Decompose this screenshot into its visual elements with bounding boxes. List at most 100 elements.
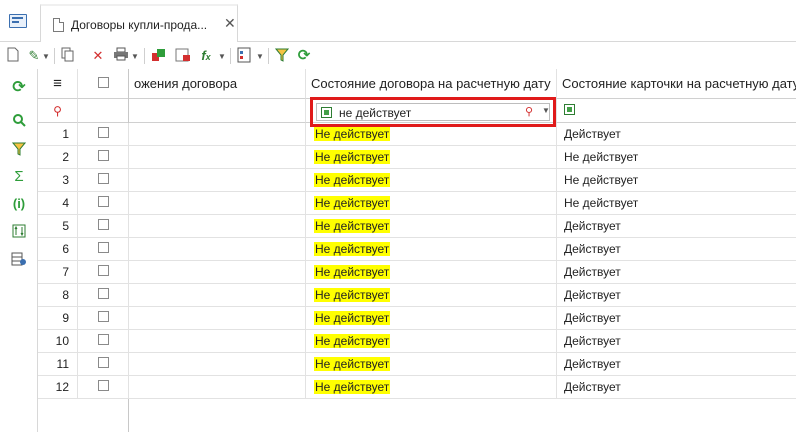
row-cell-partial[interactable]: [129, 284, 306, 307]
refresh-icon[interactable]: ⟳: [10, 79, 28, 97]
row-cell-partial[interactable]: [129, 215, 306, 238]
table-row[interactable]: 11 Не действует Действует: [38, 353, 796, 376]
zoom-icon[interactable]: [10, 113, 28, 131]
row-cell-contract-state[interactable]: Не действует: [306, 169, 557, 192]
report-icon[interactable]: [174, 47, 192, 65]
row-checkbox[interactable]: [78, 376, 129, 399]
row-cell-contract-state[interactable]: Не действует: [306, 284, 557, 307]
column-header-contract-state[interactable]: Состояние договора на расчетную дату: [306, 69, 557, 99]
row-cell-partial[interactable]: [129, 146, 306, 169]
table-row[interactable]: 10 Не действует Действует: [38, 330, 796, 353]
column-header-card-state[interactable]: Состояние карточки на расчетную дату: [557, 69, 796, 99]
clear-filter-icon[interactable]: ⚲: [525, 105, 533, 118]
row-cell-contract-state[interactable]: Не действует: [306, 238, 557, 261]
row-cell-contract-state[interactable]: Не действует: [306, 376, 557, 399]
row-cell-partial[interactable]: [129, 353, 306, 376]
tab-contracts[interactable]: Договоры купли-прода... ✕: [40, 4, 238, 42]
row-cell-partial[interactable]: [129, 238, 306, 261]
attachments-icon[interactable]: [236, 47, 252, 65]
menu-icon[interactable]: ≡: [38, 69, 78, 99]
row-cell-partial[interactable]: [129, 192, 306, 215]
sort-icon[interactable]: [10, 224, 28, 242]
filter-mode-icon[interactable]: [564, 104, 575, 115]
row-cell-partial[interactable]: [129, 376, 306, 399]
row-cell-card-state[interactable]: Не действует: [557, 192, 796, 215]
close-icon[interactable]: ✕: [224, 15, 236, 32]
row-checkbox[interactable]: [78, 353, 129, 376]
row-checkbox[interactable]: [78, 215, 129, 238]
table-row[interactable]: 7 Не действует Действует: [38, 261, 796, 284]
row-cell-card-state[interactable]: Действует: [557, 307, 796, 330]
row-cell-card-state[interactable]: Действует: [557, 238, 796, 261]
row-checkbox[interactable]: [78, 307, 129, 330]
row-cell-partial[interactable]: [129, 330, 306, 353]
function-dropdown-icon[interactable]: ▼: [218, 48, 226, 66]
table-row[interactable]: 2 Не действует Не действует: [38, 146, 796, 169]
column-header-partial[interactable]: ожения договора: [129, 69, 306, 99]
table-row[interactable]: 5 Не действует Действует: [38, 215, 796, 238]
row-cell-contract-state[interactable]: Не действует: [306, 307, 557, 330]
delete-icon[interactable]: ✕: [90, 47, 106, 65]
row-cell-card-state[interactable]: Действует: [557, 123, 796, 146]
row-cell-contract-state[interactable]: Не действует: [306, 215, 557, 238]
contract-state-filter-input[interactable]: не действует ⚲ ▼: [316, 103, 550, 121]
row-checkbox[interactable]: [78, 169, 129, 192]
print-dropdown-icon[interactable]: ▼: [131, 48, 139, 66]
info-icon[interactable]: (i): [10, 195, 28, 213]
contract-state-value: Не действует: [314, 242, 391, 256]
print-icon[interactable]: [112, 47, 130, 65]
app-window-icon[interactable]: [9, 14, 27, 28]
row-cell-contract-state[interactable]: Не действует: [306, 146, 557, 169]
new-document-icon[interactable]: [6, 47, 20, 65]
export-icon[interactable]: [150, 47, 168, 65]
function-icon[interactable]: fx: [196, 47, 216, 65]
row-cell-card-state[interactable]: Не действует: [557, 146, 796, 169]
chevron-down-icon[interactable]: ▼: [542, 106, 550, 115]
settings-grid-icon[interactable]: [10, 252, 28, 270]
row-cell-partial[interactable]: [129, 169, 306, 192]
row-cell-contract-state[interactable]: Не действует: [306, 330, 557, 353]
row-cell-contract-state[interactable]: Не действует: [306, 261, 557, 284]
edit-icon[interactable]: ✎: [26, 47, 42, 65]
sum-icon[interactable]: Σ: [10, 168, 28, 186]
filter-icon[interactable]: [274, 47, 290, 65]
filter-mode-icon[interactable]: [321, 107, 332, 118]
row-cell-card-state[interactable]: Действует: [557, 215, 796, 238]
row-cell-card-state[interactable]: Действует: [557, 376, 796, 399]
row-cell-partial[interactable]: [129, 307, 306, 330]
attachments-dropdown-icon[interactable]: ▼: [256, 48, 264, 66]
row-cell-card-state[interactable]: Действует: [557, 261, 796, 284]
table-row[interactable]: 8 Не действует Действует: [38, 284, 796, 307]
contract-state-value: Не действует: [314, 150, 391, 164]
row-checkbox[interactable]: [78, 330, 129, 353]
row-checkbox[interactable]: [78, 123, 129, 146]
refresh-icon[interactable]: ⟳: [296, 47, 312, 65]
clear-filter-icon[interactable]: ⚲: [38, 99, 78, 123]
row-cell-card-state[interactable]: Не действует: [557, 169, 796, 192]
row-cell-card-state[interactable]: Действует: [557, 353, 796, 376]
row-checkbox[interactable]: [78, 146, 129, 169]
row-checkbox[interactable]: [78, 284, 129, 307]
table-row[interactable]: 1 Не действует Действует: [38, 123, 796, 146]
row-cell-contract-state[interactable]: Не действует: [306, 123, 557, 146]
row-cell-contract-state[interactable]: Не действует: [306, 192, 557, 215]
row-cell-contract-state[interactable]: Не действует: [306, 353, 557, 376]
row-checkbox[interactable]: [78, 261, 129, 284]
row-cell-card-state[interactable]: Действует: [557, 284, 796, 307]
select-all-checkbox[interactable]: [78, 69, 129, 99]
filter-icon[interactable]: [10, 141, 28, 159]
row-cell-card-state[interactable]: Действует: [557, 330, 796, 353]
filter-cell-card-state[interactable]: [557, 99, 796, 123]
table-row[interactable]: 6 Не действует Действует: [38, 238, 796, 261]
row-cell-partial[interactable]: [129, 261, 306, 284]
row-checkbox[interactable]: [78, 238, 129, 261]
table-row[interactable]: 12 Не действует Действует: [38, 376, 796, 399]
row-cell-partial[interactable]: [129, 123, 306, 146]
table-row[interactable]: 9 Не действует Действует: [38, 307, 796, 330]
edit-dropdown-icon[interactable]: ▼: [42, 48, 50, 66]
row-checkbox[interactable]: [78, 192, 129, 215]
table-row[interactable]: 4 Не действует Не действует: [38, 192, 796, 215]
table-row[interactable]: 3 Не действует Не действует: [38, 169, 796, 192]
copy-icon[interactable]: [60, 47, 76, 65]
filter-cell-partial[interactable]: [129, 99, 306, 123]
